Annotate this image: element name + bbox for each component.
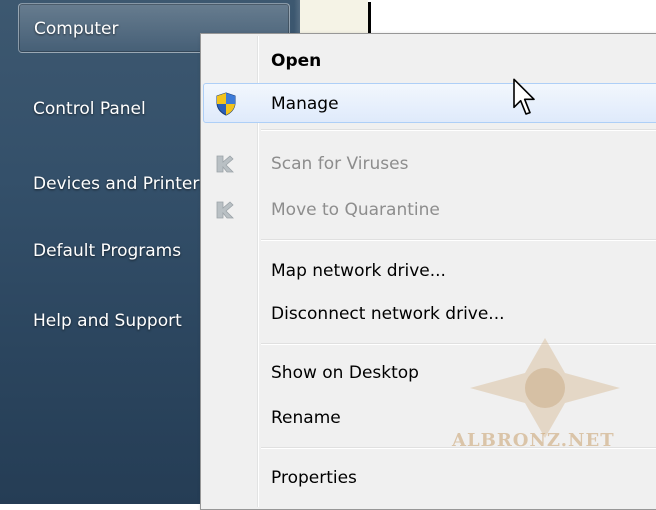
uac-shield-icon xyxy=(216,92,236,116)
start-item-label: Default Programs xyxy=(33,241,182,261)
start-item-label: Computer xyxy=(34,19,119,39)
antivirus-icon xyxy=(216,201,234,219)
watermark-text: ALBRONZ.NET xyxy=(452,430,615,451)
menu-item-label: Disconnect network drive... xyxy=(271,304,505,324)
start-item-label: Help and Support xyxy=(33,311,182,331)
menu-item-properties[interactable]: Properties xyxy=(203,458,656,498)
menu-item-disconnect-network-drive[interactable]: Disconnect network drive... xyxy=(203,294,656,334)
menu-item-label: Map network drive... xyxy=(271,261,446,281)
start-item-label: Control Panel xyxy=(33,99,146,119)
menu-item-label: Open xyxy=(271,51,322,71)
menu-item-label: Scan for Viruses xyxy=(271,154,409,174)
menu-item-scan-for-viruses[interactable]: Scan for Viruses xyxy=(203,144,656,184)
menu-separator xyxy=(261,129,656,131)
antivirus-icon xyxy=(216,155,234,173)
menu-item-label: Manage xyxy=(271,94,339,114)
text-caret xyxy=(368,2,371,36)
menu-item-map-network-drive[interactable]: Map network drive... xyxy=(203,251,656,291)
menu-item-label: Rename xyxy=(271,408,341,428)
menu-item-label: Show on Desktop xyxy=(271,363,419,383)
start-item-label: Devices and Printers xyxy=(33,174,209,194)
menu-item-open[interactable]: Open xyxy=(203,41,656,81)
menu-separator xyxy=(261,239,656,241)
mouse-pointer-icon xyxy=(513,78,535,115)
watermark-logo xyxy=(470,338,620,438)
menu-item-label: Move to Quarantine xyxy=(271,200,440,220)
menu-item-move-to-quarantine[interactable]: Move to Quarantine xyxy=(203,190,656,230)
menu-item-manage[interactable]: Manage xyxy=(203,83,656,123)
menu-item-label: Properties xyxy=(271,468,357,488)
